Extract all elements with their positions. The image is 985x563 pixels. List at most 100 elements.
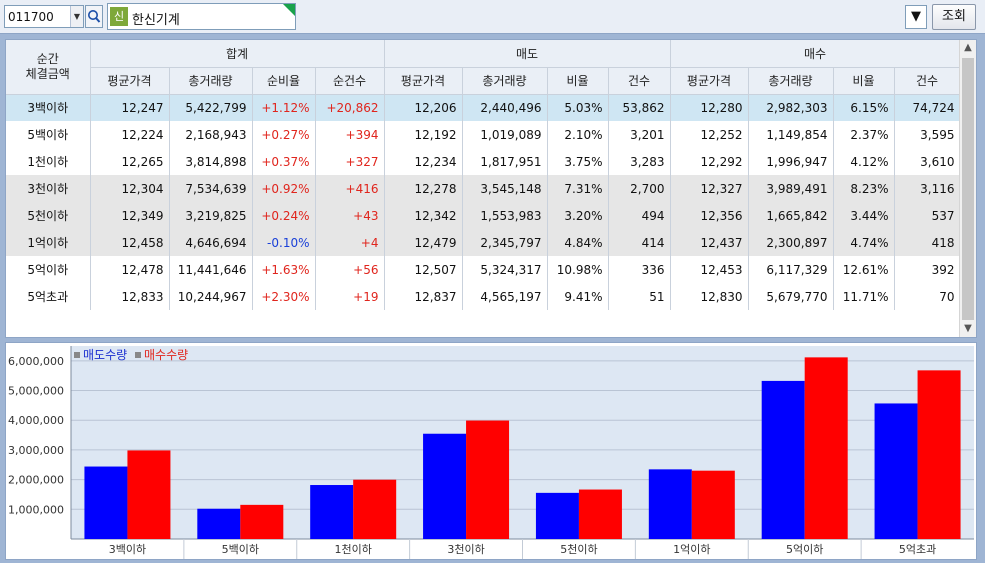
column-header: 총거래량 (748, 67, 834, 95)
table-cell: 70 (894, 283, 961, 310)
menu-dropdown-button[interactable]: ▼ (905, 5, 927, 29)
table-cell: 12,234 (384, 148, 463, 175)
table-cell: 5,422,799 (169, 94, 253, 121)
group-sell: 매도 (384, 40, 671, 68)
table-cell: +416 (315, 175, 385, 202)
table-row[interactable]: 1억이하 12,458 4,646,694 -0.10% +4 12,479 2,345,7… (6, 229, 961, 256)
table-cell: 3,219,825 (169, 202, 253, 229)
table-cell: 2,440,496 (462, 94, 548, 121)
table-cell: 12,507 (384, 256, 463, 283)
y-tick-label: 6,000,000 (8, 355, 64, 368)
legend-sell: 매도수량 (83, 348, 128, 362)
table-cell: 7,534,639 (169, 175, 253, 202)
column-header: 순비율 (252, 67, 316, 95)
column-header: 평균가격 (384, 67, 463, 95)
table-cell: 4.74% (833, 229, 895, 256)
table-cell: +0.27% (252, 121, 316, 148)
table-cell: 3,201 (608, 121, 671, 148)
scroll-down-icon[interactable]: ▼ (960, 321, 976, 337)
table-row[interactable]: 3백이하 12,247 5,422,799 +1.12% +20,862 12,206 2,… (6, 94, 961, 121)
table-vertical-scrollbar[interactable]: ▲ ▼ (959, 40, 976, 337)
buy-volume-bar (578, 489, 622, 539)
query-button[interactable]: 조회 (932, 4, 976, 30)
table-cell: 4,646,694 (169, 229, 253, 256)
table-cell: 12,292 (670, 148, 749, 175)
table-cell: 53,862 (608, 94, 671, 121)
table-cell: 11,441,646 (169, 256, 253, 283)
table-cell: 12,458 (90, 229, 170, 256)
table-cell: 12,224 (90, 121, 170, 148)
table-cell: 392 (894, 256, 961, 283)
table-cell: 3,814,898 (169, 148, 253, 175)
table-cell: +394 (315, 121, 385, 148)
table-row[interactable]: 5천이하 12,349 3,219,825 +0.24% +43 12,342 1,553,… (6, 202, 961, 229)
table-cell: 6.15% (833, 94, 895, 121)
table-cell: 12,837 (384, 283, 463, 310)
group-buy: 매수 (670, 40, 961, 68)
table-cell: +4 (315, 229, 385, 256)
row-label: 3천이하 (6, 175, 91, 202)
corner-header-line2: 체결금액 (25, 66, 70, 81)
table-cell: 5,324,317 (462, 256, 548, 283)
table-cell: 12,280 (670, 94, 749, 121)
table-cell: +1.12% (252, 94, 316, 121)
table-cell: +327 (315, 148, 385, 175)
row-label: 5억초과 (6, 283, 91, 310)
buy-volume-bar (240, 504, 284, 539)
table-cell: 3,545,148 (462, 175, 548, 202)
table-cell: 12,304 (90, 175, 170, 202)
table-cell: 12,437 (670, 229, 749, 256)
row-label: 3백이하 (6, 94, 91, 121)
table-cell: 1,996,947 (748, 148, 834, 175)
table-cell: 12,479 (384, 229, 463, 256)
corner-header-line1: 순간 (36, 51, 59, 66)
x-tick-label: 5천이하 (560, 542, 597, 556)
search-button[interactable] (85, 5, 103, 28)
table-cell: 8.23% (833, 175, 895, 202)
x-tick-label: 1억이하 (673, 542, 710, 556)
table-cell: 537 (894, 202, 961, 229)
table-cell: 3.75% (547, 148, 609, 175)
x-tick-label: 3천이하 (447, 542, 484, 556)
table-cell: 51 (608, 283, 671, 310)
stock-name-field[interactable]: 신 한신기계 (107, 3, 296, 30)
table-row[interactable]: 1천이하 12,265 3,814,898 +0.37% +327 12,234 1,817… (6, 148, 961, 175)
volume-bar-chart: 1,000,000 2,000,000 3,000,000 4,000,000 5,00… (8, 346, 974, 559)
y-tick-label: 3,000,000 (8, 444, 64, 457)
y-tick-label: 1,000,000 (8, 503, 64, 516)
legend-marker-icon (74, 352, 80, 358)
table-row[interactable]: 5억이하 12,478 11,441,646 +1.63% +56 12,507 5,324… (6, 256, 961, 283)
table-cell: 2,168,943 (169, 121, 253, 148)
y-tick-label: 2,000,000 (8, 474, 64, 487)
table-cell: 414 (608, 229, 671, 256)
column-header: 건수 (608, 67, 671, 95)
stock-code-combo[interactable]: 011700 ▼ (4, 5, 84, 28)
sell-volume-bar (310, 485, 354, 539)
table-cell: 9.41% (547, 283, 609, 310)
x-tick-label: 5백이하 (222, 542, 259, 556)
table-cell: 3,989,491 (748, 175, 834, 202)
table-cell: 2.37% (833, 121, 895, 148)
table-cell: 5,679,770 (748, 283, 834, 310)
row-label: 1천이하 (6, 148, 91, 175)
magnifier-icon (88, 10, 101, 23)
table-row[interactable]: 5백이하 12,224 2,168,943 +0.27% +394 12,192 1,019… (6, 121, 961, 148)
corner-marker-icon (283, 4, 295, 16)
scroll-thumb[interactable] (962, 58, 974, 320)
sell-volume-bar (423, 433, 467, 539)
buy-volume-bar (804, 357, 848, 539)
table-cell: 2.10% (547, 121, 609, 148)
buy-volume-bar (127, 450, 171, 539)
table-cell: 2,982,303 (748, 94, 834, 121)
column-header-row: 평균가격 총거래량 순비율 순건수 평균가격 총거래량 비율 건수 평균가격 총거래량 비율 건수 (6, 67, 961, 95)
x-tick-label: 1천이하 (335, 542, 372, 556)
table-cell: 3,116 (894, 175, 961, 202)
table-cell: +0.92% (252, 175, 316, 202)
row-label: 5억이하 (6, 256, 91, 283)
table-cell: 12,327 (670, 175, 749, 202)
table-row[interactable]: 5억초과 12,833 10,244,967 +2.30% +19 12,837 4,565… (6, 283, 961, 310)
scroll-up-icon[interactable]: ▲ (960, 40, 976, 56)
chevron-down-icon[interactable]: ▼ (70, 6, 83, 27)
corner-header: 순간 체결금액 (6, 40, 91, 95)
table-row[interactable]: 3천이하 12,304 7,534,639 +0.92% +416 12,278 3,545… (6, 175, 961, 202)
